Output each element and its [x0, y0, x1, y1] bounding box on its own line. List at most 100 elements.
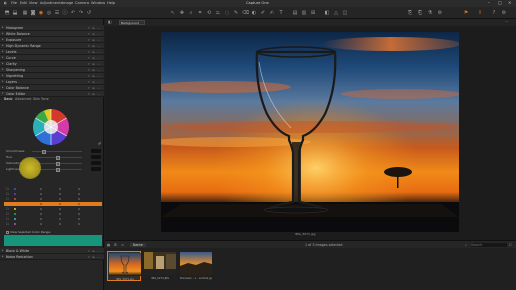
crop-icon[interactable]: ⌗: [197, 10, 203, 16]
tool-histogram[interactable]: ▸ Histogram? ≡ ⋯: [0, 25, 104, 31]
tab-skin-tone[interactable]: Skin Tone: [33, 97, 49, 101]
help-icon[interactable]: ?: [491, 10, 497, 16]
row-checkbox[interactable]: ☐: [6, 202, 9, 206]
text-icon[interactable]: T: [278, 10, 284, 16]
camera-icon[interactable]: ◙: [30, 10, 36, 16]
viewer-menu-icon[interactable]: ⋯: [505, 20, 509, 24]
tool-noise-reduction[interactable]: ▸ Noise Reduction? ≡ ⋯: [0, 254, 104, 260]
app-logo-icon[interactable]: ◐: [4, 1, 7, 5]
keystone-icon[interactable]: ⏢: [215, 10, 221, 16]
color-range-row[interactable]: ☐ 0 0 0: [4, 192, 102, 196]
rotate-icon[interactable]: ⟲: [206, 10, 212, 16]
tool-options-icon[interactable]: ? ≡ ⋯: [88, 80, 101, 84]
search-input[interactable]: Search: [471, 242, 507, 247]
apply-icon[interactable]: ⎗: [417, 10, 423, 16]
tool-options-icon[interactable]: ? ≡ ⋯: [88, 68, 101, 72]
menu-adjustments[interactable]: Adjustments: [40, 1, 63, 5]
spot-icon[interactable]: ◌: [224, 10, 230, 16]
tool-options-icon[interactable]: ? ≡ ⋯: [88, 62, 101, 66]
tool-options-icon[interactable]: ? ≡ ⋯: [88, 26, 101, 30]
sort-by-tab[interactable]: Name: [130, 242, 146, 247]
menu-file[interactable]: File: [11, 1, 17, 5]
tool-curve[interactable]: ▸ Curve? ≡ ⋯: [0, 55, 104, 61]
process-icon[interactable]: ⚑: [463, 10, 469, 16]
color-range-row[interactable]: ☐ 0 0 0: [4, 207, 102, 211]
tab-advanced[interactable]: Advanced: [15, 97, 31, 101]
tab-basic[interactable]: Basic: [4, 97, 13, 101]
tool-options-icon[interactable]: ? ≡ ⋯: [88, 56, 101, 60]
details-icon[interactable]: ◎: [46, 10, 52, 16]
tool-options-icon[interactable]: ? ≡ ⋯: [88, 50, 101, 54]
menu-image[interactable]: Image: [62, 1, 73, 5]
tool-clarity[interactable]: ▸ Clarity? ≡ ⋯: [0, 61, 104, 67]
tool-exposure[interactable]: ▸ Exposure? ≡ ⋯: [0, 37, 104, 43]
tool-sharpening[interactable]: ▸ Sharpening? ≡ ⋯: [0, 67, 104, 73]
adjustments-icon[interactable]: ☰: [54, 10, 60, 16]
reset-icon[interactable]: ↺: [86, 10, 92, 16]
color-range-row[interactable]: ☐ 0 0 0: [4, 217, 102, 221]
filter-icon[interactable]: ⛉: [509, 243, 511, 247]
tool-levels[interactable]: ▸ Levels? ≡ ⋯: [0, 49, 104, 55]
variant-select[interactable]: Background: [119, 20, 145, 25]
color-range-row[interactable]: ☐ 0 0 0: [4, 202, 102, 207]
overlay-icon[interactable]: ▥: [301, 10, 307, 16]
menu-window[interactable]: Window: [91, 1, 105, 5]
tool-options-icon[interactable]: ? ≡ ⋯: [88, 32, 101, 36]
menu-camera[interactable]: Camera: [75, 1, 89, 5]
menu-help[interactable]: Help: [107, 1, 115, 5]
list-view-icon[interactable]: ☰: [114, 243, 117, 247]
tool-options-icon[interactable]: ? ≡ ⋯: [88, 255, 101, 259]
eyedropper-icon[interactable]: ✐: [98, 141, 101, 146]
thumbnail-1[interactable]: IMG_3071.jpg: [107, 251, 141, 281]
settings-icon[interactable]: ⚙: [501, 10, 507, 16]
tool-options-icon[interactable]: ? ≡ ⋯: [88, 44, 101, 48]
smoothness-slider[interactable]: Smoothness: [4, 149, 102, 154]
row-checkbox[interactable]: ☐: [6, 197, 9, 201]
metadata-icon[interactable]: ⓘ: [62, 10, 68, 16]
row-checkbox[interactable]: ☐: [6, 207, 9, 211]
color-range-row[interactable]: ☐ 0 0 0: [4, 212, 102, 216]
search-icon[interactable]: ⌕: [465, 243, 467, 247]
proof-icon[interactable]: ◫: [342, 10, 348, 16]
menu-edit[interactable]: Edit: [20, 1, 27, 5]
row-checkbox[interactable]: ☐: [6, 187, 9, 191]
thumbnail-2[interactable]: IMG_0274.JPG: [143, 251, 177, 281]
hue-slider[interactable]: Hue: [4, 155, 102, 160]
eraser-icon[interactable]: ⌫: [242, 10, 249, 16]
copy-icon[interactable]: ⎘: [407, 10, 413, 16]
color-range-row[interactable]: ☐ 0 0 0: [4, 197, 102, 201]
tool-vignetting[interactable]: ▸ Vignetting? ≡ ⋯: [0, 73, 104, 79]
export-recipes-icon[interactable]: ⇪: [477, 10, 483, 16]
tool-white-balance[interactable]: ▸ White Balance? ≡ ⋯: [0, 31, 104, 37]
tool-options-icon[interactable]: ? ≡ ⋯: [88, 86, 101, 90]
menu-view[interactable]: View: [29, 1, 38, 5]
tool-options-icon[interactable]: ? ≡ ⋯: [88, 249, 101, 253]
tool-high-dynamic-range[interactable]: ▸ High Dynamic Range? ≡ ⋯: [0, 43, 104, 49]
thumbnail-3[interactable]: Preview1 - 1 - vertical.jpg: [179, 251, 213, 281]
tool-options-icon[interactable]: ? ≡ ⋯: [88, 38, 101, 42]
view-selected-checkbox[interactable]: View Selected Color Range: [6, 230, 50, 234]
tool-options-icon[interactable]: ? ≡ ⋯: [88, 74, 101, 78]
tool-color-balance[interactable]: ▸ Color Balance? ≡ ⋯: [0, 85, 104, 91]
tool-black-white[interactable]: ▸ Black & White? ≡ ⋯: [0, 248, 104, 254]
grid-view-icon[interactable]: ▦: [107, 243, 110, 247]
export-icon[interactable]: ⬓: [12, 10, 18, 16]
close-icon[interactable]: ×: [508, 0, 511, 5]
library-icon[interactable]: ▦: [22, 10, 28, 16]
minimize-icon[interactable]: –: [488, 0, 490, 5]
guides-icon[interactable]: ⊞: [310, 10, 316, 16]
grid-icon[interactable]: ▤: [292, 10, 298, 16]
exposure-warning-icon[interactable]: △: [333, 10, 339, 16]
row-checkbox[interactable]: ☐: [6, 222, 9, 226]
redo-icon[interactable]: ↷: [78, 10, 84, 16]
cursor-tool-icon[interactable]: ↖: [170, 10, 176, 16]
zoom-icon[interactable]: ⌕: [188, 10, 194, 16]
import-icon[interactable]: ⬒: [4, 10, 10, 16]
annotate-icon[interactable]: ✍: [269, 10, 275, 16]
color-tool-icon[interactable]: ◉: [38, 10, 44, 16]
color-wheel[interactable]: [30, 106, 72, 148]
row-checkbox[interactable]: ☐: [6, 217, 9, 221]
color-range-row[interactable]: ☐ 0 0 0: [4, 222, 102, 226]
workspace-icon[interactable]: ⚙: [437, 10, 443, 16]
variant-icon[interactable]: ◧: [108, 20, 111, 24]
